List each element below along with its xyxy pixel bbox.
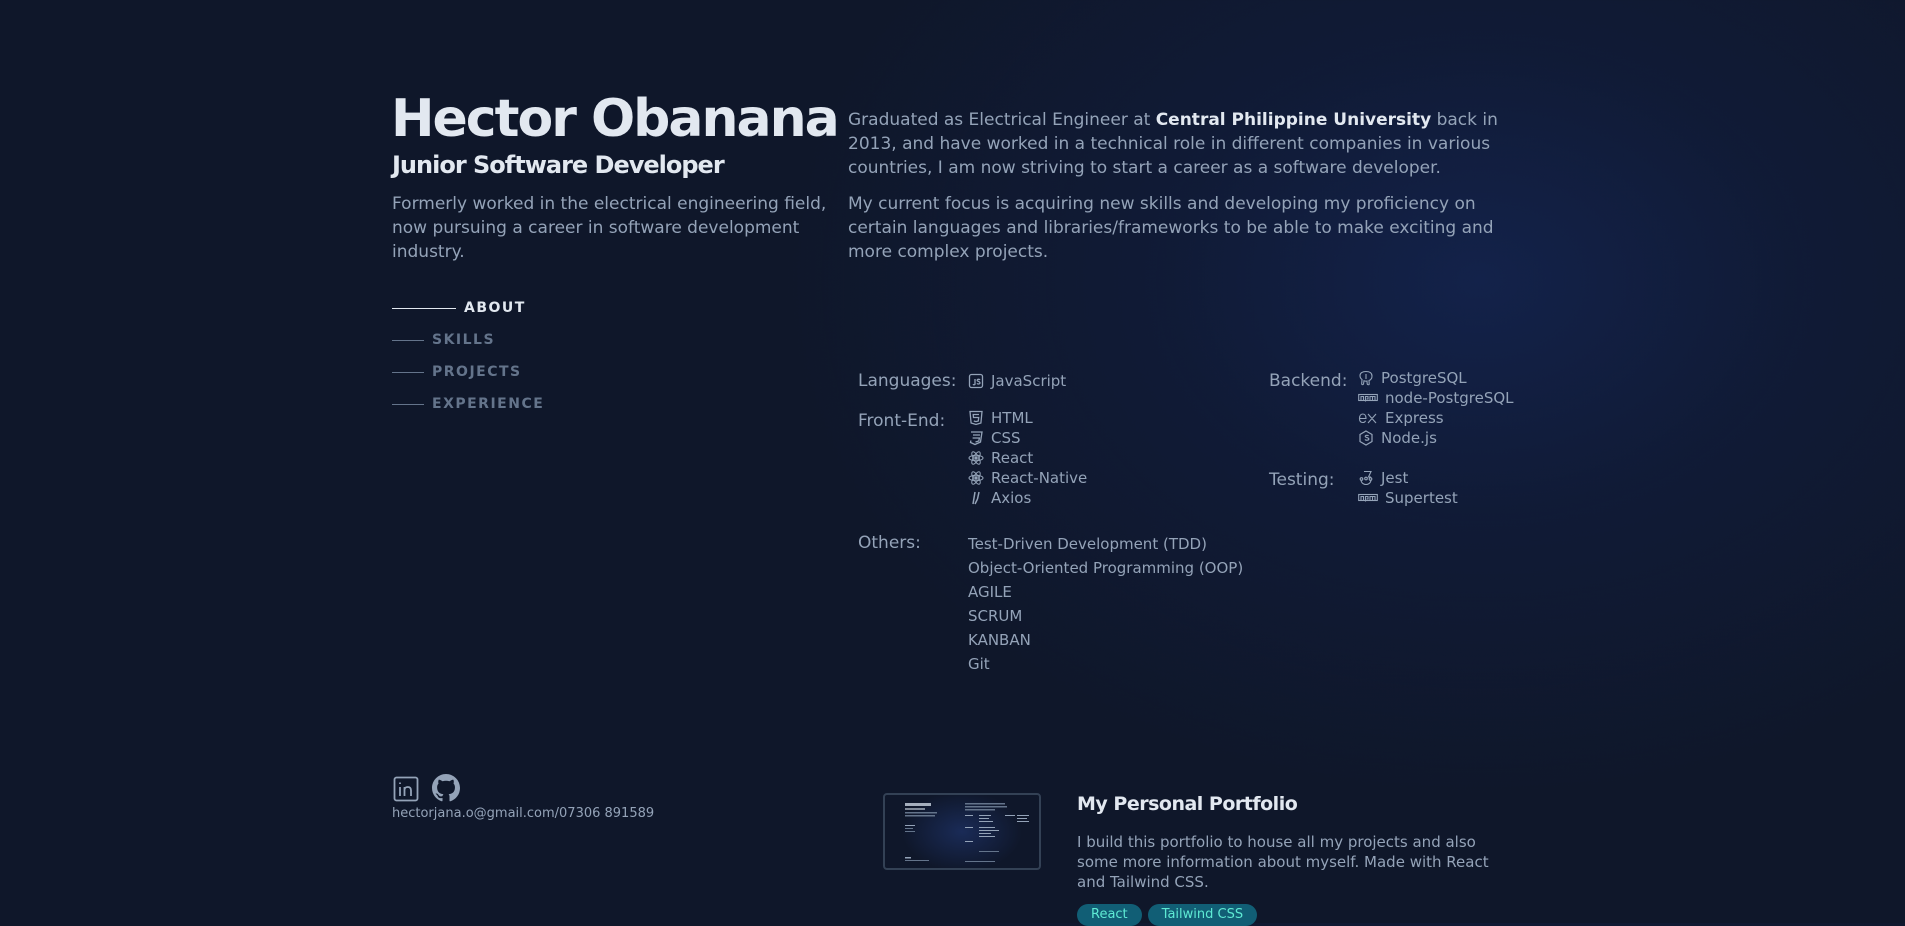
nav-item-about[interactable]: ABOUT [392, 292, 544, 324]
others-label: Others: [858, 533, 921, 553]
project-title[interactable]: My Personal Portfolio [1077, 793, 1298, 815]
css3-icon [969, 431, 983, 446]
linkedin-link[interactable] [393, 776, 419, 806]
skill-html: HTML [968, 408, 1087, 428]
postgresql-icon [1359, 370, 1373, 386]
languages-label: Languages: [858, 371, 957, 391]
html5-icon [969, 410, 983, 426]
others-list: Test-Driven Development (TDD) Object-Ori… [968, 532, 1243, 676]
languages-list: JavaScript [968, 371, 1066, 391]
npm-icon [1358, 393, 1378, 402]
github-link[interactable] [432, 774, 461, 806]
skill-postgresql: PostgreSQL [1358, 368, 1514, 388]
skill-scrum: SCRUM [968, 607, 1023, 625]
testing-list: Jest Supertest [1358, 468, 1458, 508]
tagline: Formerly worked in the electrical engine… [392, 194, 827, 262]
jest-icon [1359, 470, 1373, 486]
axios-icon [972, 491, 980, 505]
backend-label: Backend: [1269, 371, 1348, 391]
github-icon [432, 774, 461, 802]
university-name: Central Philippine University [1155, 110, 1432, 130]
skill-tdd: Test-Driven Development (TDD) [968, 535, 1207, 553]
project-preview-image [905, 803, 1029, 862]
nodejs-icon [1359, 430, 1373, 446]
express-icon [1358, 413, 1377, 424]
skill-supertest: Supertest [1358, 488, 1458, 508]
skill-express: Express [1358, 408, 1514, 428]
skill-react: React [968, 448, 1087, 468]
skill-node-postgresql: node-PostgreSQL [1358, 388, 1514, 408]
testing-label: Testing: [1269, 470, 1335, 490]
skill-react-native: React-Native [968, 468, 1087, 488]
about-section: Graduated as Electrical Engineer at Cent… [848, 108, 1528, 276]
nav-item-projects[interactable]: PROJECTS [392, 356, 544, 388]
nav-item-label: ABOUT [464, 300, 526, 316]
page-title: Hector Obanana [391, 89, 840, 149]
skill-jest: Jest [1358, 468, 1458, 488]
project-description: I build this portfolio to house all my p… [1077, 833, 1489, 891]
react-icon [968, 451, 984, 465]
nav-item-experience[interactable]: EXPERIENCE [392, 388, 544, 420]
javascript-icon [968, 373, 984, 389]
about-paragraph-1: Graduated as Electrical Engineer at Cent… [848, 110, 1498, 178]
linkedin-icon [393, 776, 419, 802]
skill-kanban: KANBAN [968, 631, 1031, 649]
skill-javascript: JavaScript [968, 371, 1066, 391]
skill-git: Git [968, 655, 990, 673]
npm-icon [1358, 493, 1378, 502]
nav-indicator-line [392, 339, 424, 341]
skill-agile: AGILE [968, 583, 1012, 601]
backend-list: PostgreSQL node-PostgreSQL Express Node.… [1358, 368, 1514, 448]
skill-oop: Object-Oriented Programming (OOP) [968, 559, 1244, 577]
project-thumbnail[interactable] [883, 793, 1041, 870]
skill-nodejs: Node.js [1358, 428, 1514, 448]
about-paragraph-2: My current focus is acquiring new skills… [848, 194, 1494, 262]
skill-css: CSS [968, 428, 1087, 448]
react-icon [968, 471, 984, 485]
frontend-list: HTML CSS React React-Native Axios [968, 408, 1087, 508]
job-title: Junior Software Developer [392, 151, 725, 179]
contact-info: hectorjana.o@gmail.com/07306 891589 [392, 806, 655, 821]
nav-indicator-line [392, 307, 456, 309]
nav-item-skills[interactable]: SKILLS [392, 324, 544, 356]
nav-item-label: PROJECTS [432, 364, 522, 380]
nav-indicator-line [392, 371, 424, 373]
frontend-label: Front-End: [858, 411, 946, 431]
section-nav: ABOUT SKILLS PROJECTS EXPERIENCE [392, 292, 544, 420]
nav-item-label: SKILLS [432, 332, 496, 348]
nav-indicator-line [392, 403, 424, 405]
skill-axios: Axios [968, 488, 1087, 508]
social-links [393, 774, 468, 806]
nav-item-label: EXPERIENCE [432, 396, 545, 412]
